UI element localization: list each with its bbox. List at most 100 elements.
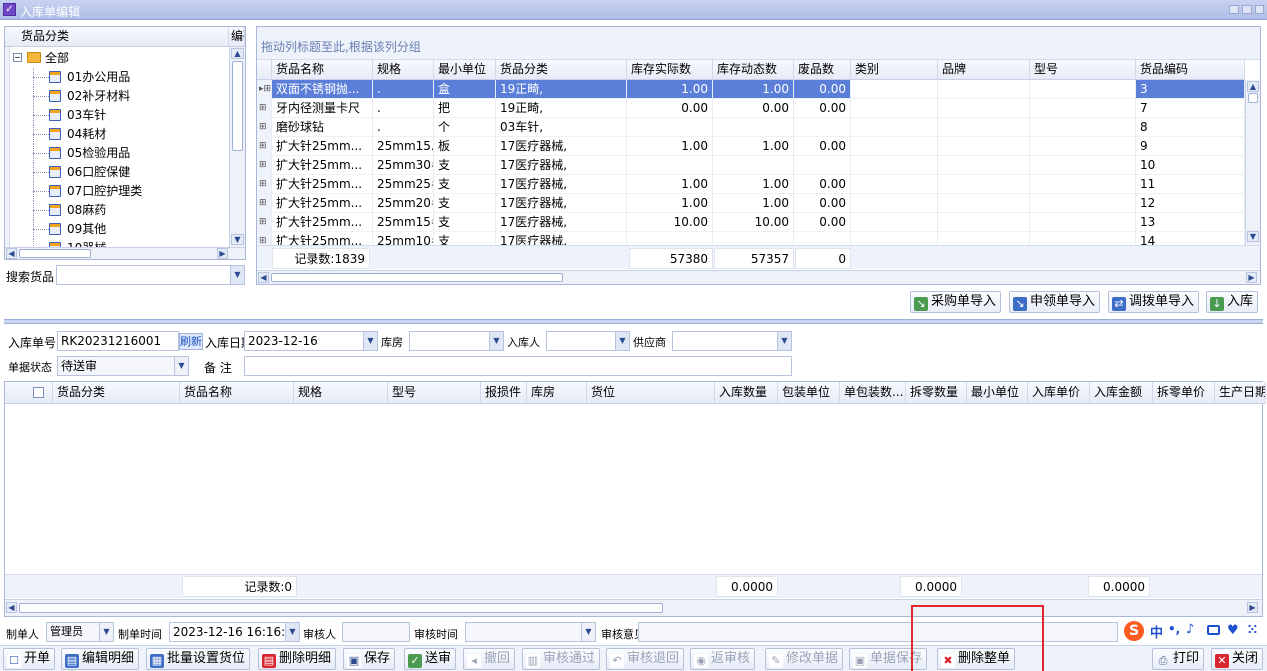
search-input[interactable]: ▼ — [56, 265, 245, 285]
goods-hscroll[interactable]: ◀ ▶ — [257, 270, 1260, 284]
revoke-button[interactable]: ◂ 撤回 — [463, 648, 516, 670]
row-expand-icon[interactable]: ⊞ — [257, 118, 272, 137]
batch-location-button[interactable]: ▦ 批量设置货位 — [146, 648, 251, 670]
detail-col-header[interactable]: 拆零单价 — [1153, 382, 1215, 404]
sogou-logo-icon[interactable]: S — [1124, 621, 1144, 641]
refresh-button[interactable]: 刷新 — [179, 333, 203, 350]
tree-item[interactable]: 05检验用品 — [11, 144, 227, 163]
ime-toolbar[interactable]: S 中 •, ♪ ♥ ⁙ — [1124, 620, 1264, 642]
goods-col-header[interactable]: 废品数 — [794, 60, 851, 80]
table-row[interactable]: ⊞扩大针25mm...25mm30#支17医疗器械, 10 — [257, 156, 1245, 175]
stock-in-button[interactable]: ↓ 入库 — [1206, 291, 1259, 313]
table-row[interactable]: ▸⊞ 双面不锈钢抛.... 盒 19正畸, 1.00 1.00 0.00 3 — [257, 80, 1245, 99]
detail-col-header[interactable]: 拆零数量 — [906, 382, 967, 404]
save-button[interactable]: ▣ 保存 — [343, 648, 396, 670]
close-window-button[interactable] — [1255, 5, 1264, 14]
goods-col-header[interactable]: 货品编码 — [1136, 60, 1245, 80]
detail-col-header[interactable]: 规格 — [294, 382, 388, 404]
approve-button[interactable]: ▥ 审核通过 — [522, 648, 601, 670]
microphone-icon[interactable]: ♪ — [1186, 622, 1194, 637]
skin-icon[interactable]: ♥ — [1227, 623, 1239, 638]
tree-expand-icon[interactable]: − — [13, 53, 22, 62]
print-button[interactable]: ⎙ 打印 — [1152, 648, 1205, 670]
row-expand-icon[interactable]: ⊞ — [257, 232, 272, 245]
tree-item[interactable]: 09其他 — [11, 220, 227, 239]
detail-col-header[interactable]: 单包装数... — [840, 382, 906, 404]
detail-col-header[interactable]: 库房 — [527, 382, 587, 404]
table-row[interactable]: ⊞扩大针25mm...25mm20#支17医疗器械,1.001.000.0012 — [257, 194, 1245, 213]
supplier-dropdown-icon[interactable]: ▼ — [777, 332, 791, 350]
detail-col-header[interactable]: 最小单位 — [967, 382, 1028, 404]
tree-item[interactable]: 07口腔护理类 — [11, 182, 227, 201]
detail-col-header[interactable]: 入库金额 — [1090, 382, 1153, 404]
row-expand-icon[interactable]: ▸⊞ — [257, 80, 272, 99]
unreview-button[interactable]: ◉ 返审核 — [690, 648, 756, 670]
goods-col-header[interactable]: 最小单位 — [434, 60, 496, 80]
table-row[interactable]: ⊞扩大针25mm...25mm10#支17医疗器械, 14 — [257, 232, 1245, 245]
row-expand-icon[interactable]: ⊞ — [257, 213, 272, 232]
detail-col-header[interactable]: 包装单位 — [778, 382, 840, 404]
warehouse-dropdown-icon[interactable]: ▼ — [489, 332, 503, 350]
warehouse-select[interactable]: ▼ — [409, 331, 504, 351]
tree-item[interactable]: − 全部 — [11, 49, 227, 68]
tree-item[interactable]: 06口腔保健 — [11, 163, 227, 182]
splitter[interactable] — [4, 319, 1263, 324]
table-row[interactable]: ⊞ 牙内径测量卡尺. 把 19正畸, 0.00 0.00 0.00 7 — [257, 99, 1245, 118]
keyboard-icon[interactable] — [1207, 625, 1220, 635]
table-row[interactable]: ⊞扩大针25mm...25mm15#支17医疗器械,10.0010.000.00… — [257, 213, 1245, 232]
submit-review-button[interactable]: ✓ 送审 — [404, 648, 457, 670]
detail-col-header[interactable]: 型号 — [388, 382, 481, 404]
tree-item[interactable]: 08麻药 — [11, 201, 227, 220]
person-dropdown-icon[interactable]: ▼ — [615, 332, 629, 350]
reject-button[interactable]: ↶ 审核退回 — [606, 648, 685, 670]
delete-order-button[interactable]: ✖ 删除整单 — [937, 648, 1016, 670]
delete-detail-button[interactable]: ▤ 删除明细 — [258, 648, 337, 670]
table-row[interactable]: ⊞ 磨砂球钻. 个 03车针, 8 — [257, 118, 1245, 137]
supplier-select[interactable]: ▼ — [672, 331, 792, 351]
tree-item[interactable]: 01办公用品 — [11, 68, 227, 87]
search-dropdown-icon[interactable]: ▼ — [230, 266, 244, 284]
table-row[interactable]: ⊞扩大针25mm...25mm15...板17医疗器械,1.001.000.00… — [257, 137, 1245, 156]
detail-hscroll[interactable]: ◀ ▶ — [5, 599, 1262, 616]
goods-col-header[interactable]: 规格 — [373, 60, 434, 80]
remark-field[interactable] — [244, 356, 792, 376]
tree-hscroll[interactable]: ◀ ▶ — [5, 247, 245, 259]
row-expand-icon[interactable]: ⊞ — [257, 156, 272, 175]
table-row[interactable]: ⊞扩大针25mm...25mm25#支17医疗器械,1.001.000.0011 — [257, 175, 1245, 194]
detail-col-header[interactable]: 生产日期 — [1215, 382, 1266, 404]
requisition-import-button[interactable]: ↘ 申领单导入 — [1009, 291, 1101, 313]
detail-col-header[interactable]: 报损件 — [481, 382, 527, 404]
transfer-import-button[interactable]: ⇄ 调拨单导入 — [1108, 291, 1200, 313]
row-expand-icon[interactable]: ⊞ — [257, 194, 272, 213]
detail-col-header[interactable]: 货位 — [587, 382, 715, 404]
select-all-checkbox[interactable] — [33, 387, 44, 398]
detail-col-header[interactable]: 入库单价 — [1028, 382, 1090, 404]
date-dropdown-icon[interactable]: ▼ — [363, 332, 377, 350]
purchase-import-button[interactable]: ↘ 采购单导入 — [910, 291, 1002, 313]
goods-col-header[interactable]: 货品名称 — [272, 60, 373, 80]
minimize-button[interactable] — [1229, 5, 1239, 14]
row-expand-icon[interactable]: ⊞ — [257, 99, 272, 118]
modify-order-button[interactable]: ✎ 修改单据 — [765, 648, 844, 670]
tree-item[interactable]: 04耗材 — [11, 125, 227, 144]
make-time-field[interactable]: 2023-12-16 16:16:53 ▼ — [169, 622, 300, 642]
tree-item[interactable]: 02补牙材料 — [11, 87, 227, 106]
maximize-button[interactable] — [1242, 5, 1252, 14]
edit-detail-button[interactable]: ▤ 编辑明细 — [61, 648, 140, 670]
tree-vscroll[interactable]: ▲ ▼ — [229, 47, 245, 247]
goods-col-header[interactable]: 类别 — [851, 60, 938, 80]
detail-header-selector[interactable] — [5, 382, 53, 404]
goods-col-header[interactable]: 货品分类 — [496, 60, 627, 80]
make-time-dropdown-icon[interactable]: ▼ — [285, 623, 299, 641]
detail-col-header[interactable]: 货品名称 — [180, 382, 294, 404]
goods-vscroll[interactable]: ▲ ▼ — [1245, 80, 1260, 245]
ime-lang[interactable]: 中 — [1150, 622, 1163, 641]
close-button[interactable]: ✕ 关闭 — [1211, 648, 1264, 670]
row-expand-icon[interactable]: ⊞ — [257, 175, 272, 194]
goods-col-header[interactable]: 库存实际数 — [627, 60, 713, 80]
row-expand-icon[interactable]: ⊞ — [257, 137, 272, 156]
goods-col-header[interactable]: 品牌 — [938, 60, 1030, 80]
punctuation-icon[interactable]: •, — [1168, 622, 1180, 636]
toolbox-icon[interactable]: ⁙ — [1247, 623, 1258, 638]
order-no-field[interactable]: RK20231216001 — [57, 331, 179, 351]
